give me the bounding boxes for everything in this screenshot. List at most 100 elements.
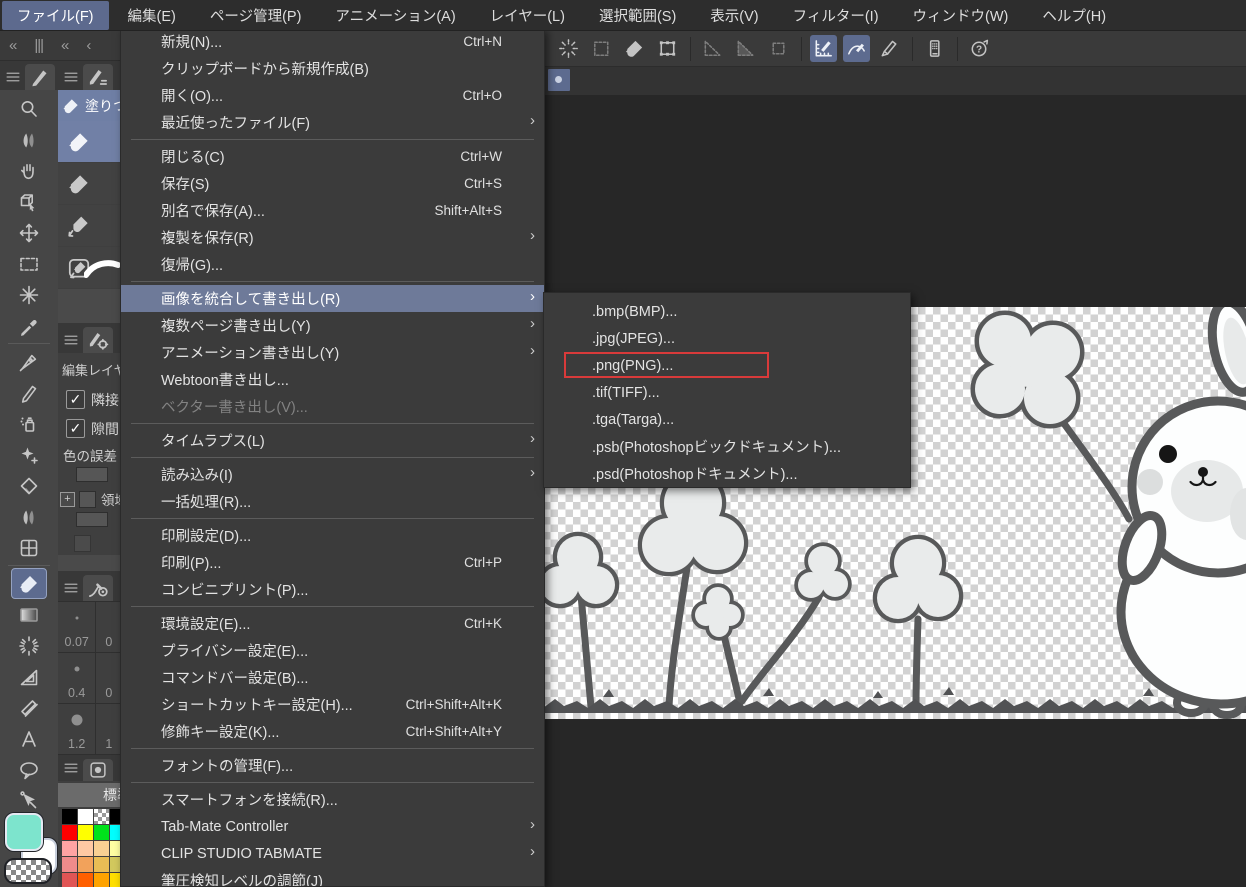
brush-size-cell[interactable]: 0: [96, 602, 120, 652]
brush-size-cell[interactable]: 0: [96, 653, 120, 703]
file-menu-item[interactable]: 読み込み(I) ›: [121, 461, 544, 488]
command-bar-button[interactable]: [699, 35, 726, 62]
canvas-area[interactable]: [543, 95, 1246, 887]
tool-button[interactable]: [0, 470, 58, 501]
sub-tool-group[interactable]: 塗りつぶし: [58, 90, 120, 121]
menubar-item[interactable]: レイヤー(L): [475, 1, 580, 30]
tool-button[interactable]: [0, 599, 58, 630]
area-scale-row[interactable]: + 領域拡縮: [58, 486, 120, 512]
export-format-item[interactable]: .psb(Photoshopビックドキュメント)...: [544, 433, 910, 460]
tool-button[interactable]: [0, 186, 58, 217]
file-menu-item[interactable]: 開く(O)... Ctrl+O: [121, 82, 544, 109]
file-menu-item[interactable]: ショートカットキー設定(H)... Ctrl+Shift+Alt+K: [121, 691, 544, 718]
tool-button[interactable]: [0, 568, 58, 599]
command-bar-button[interactable]: [588, 35, 615, 62]
reference-target-label[interactable]: 編集レイヤーのみ参照: [58, 353, 120, 385]
file-menu-item[interactable]: アニメーション書き出し(Y) ›: [121, 339, 544, 366]
export-format-item[interactable]: .png(PNG)...: [544, 352, 910, 379]
file-menu-item[interactable]: スマートフォンを接続(R)...: [121, 786, 544, 813]
command-bar-button[interactable]: ?: [966, 35, 993, 62]
file-menu-item[interactable]: 復帰(G)...: [121, 251, 544, 278]
color-swatch[interactable]: [94, 809, 109, 824]
menu-icon[interactable]: [61, 577, 81, 599]
file-menu-item[interactable]: 環境設定(E)... Ctrl+K: [121, 610, 544, 637]
file-menu-item[interactable]: ベクター書き出し(V)...: [121, 393, 544, 420]
color-set-selector[interactable]: 標準: [58, 783, 120, 807]
file-menu-item[interactable]: 最近使ったファイル(F) ›: [121, 109, 544, 136]
tool-button[interactable]: [0, 217, 58, 248]
tool-button[interactable]: [0, 501, 58, 532]
command-bar-button[interactable]: [621, 35, 648, 62]
color-swatch[interactable]: [62, 841, 77, 856]
tool-button[interactable]: [0, 93, 58, 124]
color-swatch[interactable]: [78, 857, 93, 872]
tool-property-tab[interactable]: [83, 327, 113, 353]
color-swatch[interactable]: [110, 873, 120, 887]
brush-size-tab[interactable]: [83, 575, 113, 601]
tool-button[interactable]: [0, 346, 58, 377]
menu-icon[interactable]: [61, 66, 81, 88]
area-scale-field[interactable]: [76, 512, 108, 527]
sub-tool-tab[interactable]: [83, 64, 113, 90]
menubar-item[interactable]: ファイル(F): [2, 1, 109, 30]
color-swatch[interactable]: [62, 809, 77, 824]
sub-tool-item[interactable]: [58, 205, 120, 246]
transparent-color-chip[interactable]: [4, 858, 52, 884]
menubar-item[interactable]: ページ管理(P): [195, 1, 317, 30]
file-menu-item[interactable]: 保存(S) Ctrl+S: [121, 170, 544, 197]
tool-button[interactable]: [0, 630, 58, 661]
dock-divider-icon[interactable]: |||: [34, 37, 43, 54]
color-swatch[interactable]: [94, 857, 109, 872]
brush-size-cell[interactable]: 1: [96, 704, 120, 754]
color-swatch[interactable]: [94, 873, 109, 887]
color-swatch[interactable]: [62, 857, 77, 872]
tool-button[interactable]: [0, 408, 58, 439]
file-menu-item[interactable]: プライバシー設定(E)...: [121, 637, 544, 664]
command-bar-button[interactable]: [654, 35, 681, 62]
file-menu-item[interactable]: 画像を統合して書き出し(R) ›: [121, 285, 544, 312]
tool-button[interactable]: [0, 124, 58, 155]
tool-button[interactable]: [0, 692, 58, 723]
tool-button[interactable]: [0, 723, 58, 754]
checkbox-checked[interactable]: ✓: [66, 419, 85, 438]
color-swatch[interactable]: [110, 825, 120, 840]
export-format-item[interactable]: .tga(Targa)...: [544, 406, 910, 433]
sub-tool-item[interactable]: [58, 121, 120, 162]
menubar-item[interactable]: アニメーション(A): [320, 1, 470, 30]
color-swatch[interactable]: [78, 841, 93, 856]
chevron-left-icon[interactable]: ‹: [86, 37, 90, 54]
file-menu-item[interactable]: フォントの管理(F)...: [121, 752, 544, 779]
canvas-tab[interactable]: [548, 69, 570, 91]
command-bar-button[interactable]: [843, 35, 870, 62]
file-menu-item[interactable]: Webtoon書き出し...: [121, 366, 544, 393]
collapse-right-icon[interactable]: «: [61, 37, 68, 54]
color-swatch[interactable]: [78, 809, 93, 824]
export-format-item[interactable]: .bmp(BMP)...: [544, 298, 910, 325]
file-menu-item[interactable]: 別名で保存(A)... Shift+Alt+S: [121, 197, 544, 224]
foreground-color-chip[interactable]: [5, 813, 43, 851]
file-menu-item[interactable]: 筆圧検知レベルの調節(J): [121, 867, 544, 887]
file-menu-item[interactable]: 印刷(P)... Ctrl+P: [121, 549, 544, 576]
menubar-item[interactable]: ウィンドウ(W): [898, 1, 1024, 30]
color-swatch[interactable]: [62, 825, 77, 840]
file-menu-item[interactable]: 修飾キー設定(K)... Ctrl+Shift+Alt+Y: [121, 718, 544, 745]
color-swatch[interactable]: [94, 841, 109, 856]
color-swatch[interactable]: [110, 841, 120, 856]
close-gap-row[interactable]: ✓ 隙間閉じ: [58, 414, 120, 443]
file-menu-item[interactable]: コマンドバー設定(B)...: [121, 664, 544, 691]
color-swatch[interactable]: [78, 873, 93, 887]
color-set-tab[interactable]: [83, 759, 113, 781]
menubar-item[interactable]: 選択範囲(S): [584, 1, 691, 30]
menu-icon[interactable]: [61, 757, 81, 779]
menu-icon[interactable]: [61, 329, 81, 351]
menubar-item[interactable]: ヘルプ(H): [1027, 1, 1121, 30]
tool-button[interactable]: [0, 248, 58, 279]
menubar-item[interactable]: 表示(V): [695, 1, 773, 30]
collapse-left-icon[interactable]: «: [9, 37, 16, 54]
color-margin-field[interactable]: [76, 467, 108, 482]
color-swatch[interactable]: [94, 825, 109, 840]
file-menu-item[interactable]: 印刷設定(D)...: [121, 522, 544, 549]
area-scale-checkbox[interactable]: [79, 491, 96, 508]
color-swatch[interactable]: [62, 873, 77, 887]
tool-button[interactable]: [0, 439, 58, 470]
